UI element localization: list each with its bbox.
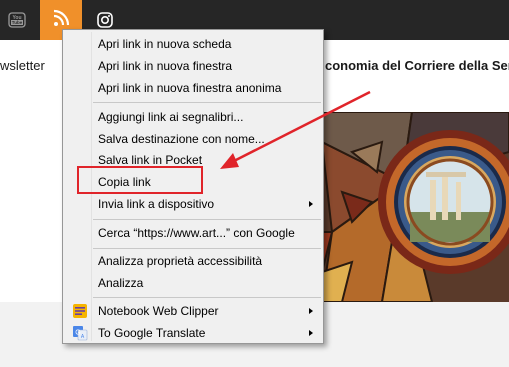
annotation-arrow-icon — [220, 90, 371, 169]
